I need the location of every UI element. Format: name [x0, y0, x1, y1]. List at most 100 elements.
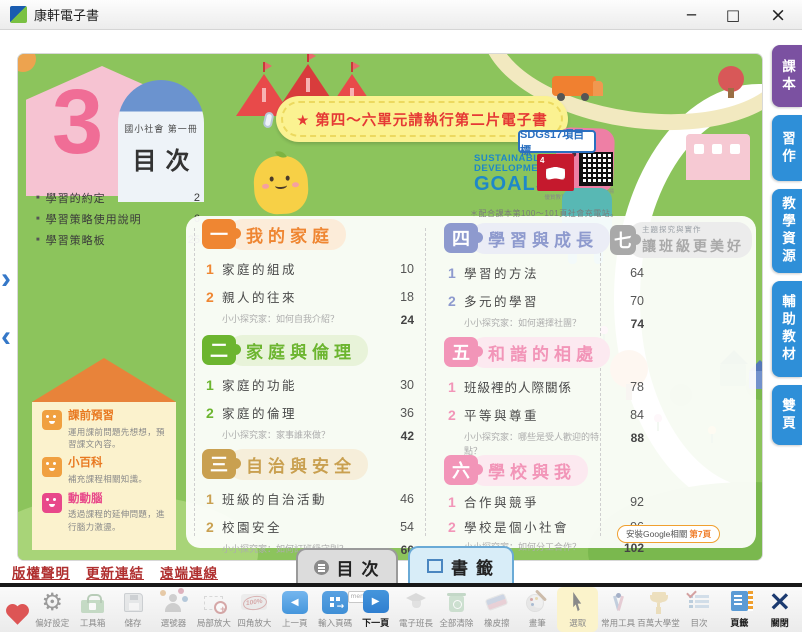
- toolbar-quiz-game[interactable]: 百萬大學堂: [638, 587, 678, 632]
- tab-table-of-contents[interactable]: 目次: [296, 548, 398, 584]
- toolbar-clear-all[interactable]: 全部清除: [436, 587, 476, 632]
- entry-number: 2: [448, 407, 464, 423]
- chevron-left-icon[interactable]: ‹: [1, 322, 17, 352]
- front-matter-label: 學習策略使用說明: [46, 211, 142, 227]
- toc-entry[interactable]: 1 家庭的功能 30: [202, 375, 414, 394]
- chevron-right-icon[interactable]: ›: [1, 264, 17, 294]
- unit-block-1: 一 我的家庭 1 家庭的組成 10 2 親人的往來 18 小小探究家：如何自我介…: [202, 218, 414, 327]
- toc-entry-explorer[interactable]: 小小探究家：如何選擇社團？ 74: [444, 317, 644, 331]
- toc-entry[interactable]: 1 學習的方法 64: [444, 263, 644, 282]
- unit-block-2: 二 家庭與倫理 1 家庭的功能 30 2 家庭的倫理 36 小小探究家：家事誰來…: [202, 334, 414, 443]
- toolbar-partial-zoom[interactable]: 局部放大: [194, 587, 234, 632]
- toc-book-icon: [314, 560, 329, 575]
- notice-text: ★ 第四～六單元請執行第二片電子書: [296, 109, 548, 130]
- preview-mascot-icon: [42, 410, 62, 430]
- toc-entry[interactable]: 1 班級裡的人際關係 78: [444, 377, 644, 396]
- front-matter-item[interactable]: 學習的約定 2: [36, 190, 200, 206]
- app-logo-icon: [10, 6, 27, 23]
- toolbox-icon: [81, 600, 104, 613]
- front-matter-page: 2: [194, 192, 200, 204]
- toolbar-class-leader[interactable]: 電子班長: [396, 587, 436, 632]
- tree-top-left: [18, 54, 36, 72]
- entry-title: 小小探究家：如何自我介紹？: [222, 313, 384, 327]
- toolbar-preferences[interactable]: ⚙ 偏好設定: [32, 587, 72, 632]
- toc-entry[interactable]: 1 家庭的組成 10: [202, 259, 414, 278]
- update-link[interactable]: 更新連結: [86, 562, 144, 582]
- encyclopedia-mascot-icon: [42, 457, 62, 477]
- save-icon: [124, 593, 143, 612]
- tab-bookmarks[interactable]: 書籤: [408, 546, 514, 584]
- number-picker-icon: [161, 592, 185, 612]
- toolbar-toc[interactable]: 目次: [679, 587, 719, 632]
- toolbar-save[interactable]: 儲存: [113, 587, 153, 632]
- toolbar-close[interactable]: × 關閉: [760, 587, 800, 632]
- unit-number-badge: 二: [202, 335, 236, 365]
- compass-icon: [609, 593, 627, 611]
- toolbar-corner-zoom[interactable]: 100% 四角放大: [234, 587, 274, 632]
- entry-page: 88: [614, 431, 644, 445]
- entry-title: 家庭的功能: [222, 375, 384, 394]
- entry-number: 1: [448, 265, 464, 281]
- unit-number-badge: 一: [202, 219, 236, 249]
- entry-title: 合作與競爭: [464, 492, 614, 511]
- entry-number: 1: [206, 377, 222, 393]
- toolbar-page-input[interactable]: menu 輸入頁碼: [315, 587, 355, 632]
- google-install-badge[interactable]: 安裝Google相關 第7頁: [617, 525, 720, 543]
- toc-entry-explorer[interactable]: 小小探究家：如何自我介紹？ 24: [202, 313, 414, 327]
- toolbar-eraser[interactable]: 橡皮擦: [477, 587, 517, 632]
- tab-supplementary-materials[interactable]: 輔助教材: [772, 281, 802, 377]
- series-title: 國小社會 第一冊: [118, 122, 204, 135]
- bottom-toolbar: ⚙ 偏好設定 工具箱 儲存 選號器 局部放大 100% 四角放大 ◀ 上一頁 m…: [0, 587, 802, 632]
- toc-entry[interactable]: 2 學校是個小社會 96: [444, 517, 644, 536]
- tab-workbook[interactable]: 習作: [772, 115, 802, 181]
- remote-connection-link[interactable]: 遠端連線: [160, 562, 218, 582]
- front-matter-item[interactable]: 學習策略使用說明 6: [36, 211, 200, 227]
- entry-page: 70: [614, 294, 644, 308]
- tab-textbook[interactable]: 課本: [772, 45, 802, 107]
- entry-title: 學習的方法: [464, 263, 614, 282]
- tab-teaching-resources[interactable]: 教學資源: [772, 189, 802, 273]
- legend-title: 課前預習: [68, 410, 166, 424]
- toc-entry[interactable]: 1 合作與競爭 92: [444, 492, 644, 511]
- maximize-button[interactable]: □: [726, 0, 740, 30]
- bookmark-icon: [427, 559, 443, 573]
- unit-number-badge: 四: [444, 223, 478, 253]
- entry-page: 30: [384, 378, 414, 392]
- entry-page: 84: [614, 408, 644, 422]
- toolbar-toolbox[interactable]: 工具箱: [72, 587, 112, 632]
- front-matter-item[interactable]: 學習策略板 25: [36, 232, 200, 248]
- toolbar-select[interactable]: 選取: [557, 587, 597, 632]
- toolbar-red-marker[interactable]: [2, 587, 32, 632]
- entry-number: 2: [448, 519, 464, 535]
- legend-desc: 補充課程相關知識。: [68, 473, 147, 485]
- unit-block-6: 六 學校與我 1 合作與競爭 92 2 學校是個小社會 96 小小探究家：如何分…: [444, 454, 644, 555]
- toc-entry[interactable]: 2 親人的往來 18: [202, 287, 414, 306]
- entry-number: 1: [206, 491, 222, 507]
- toc-title: 目次: [118, 141, 204, 176]
- minimize-button[interactable]: ─: [687, 0, 696, 30]
- toc-entry[interactable]: 1 班級的自治活動 46: [202, 489, 414, 508]
- entry-number: 2: [206, 405, 222, 421]
- toc-entry-explorer[interactable]: 小小探究家：家事誰來做？ 42: [202, 429, 414, 443]
- close-window-button[interactable]: ×: [770, 0, 786, 30]
- divider: [425, 228, 426, 536]
- entry-number: 1: [206, 261, 222, 277]
- toolbar-pen[interactable]: 畫筆: [517, 587, 557, 632]
- entry-page: 92: [614, 495, 644, 509]
- unit-block-7: 七 主題探究與實作 讓班級更美好: [610, 224, 752, 256]
- sdgs-goals-button[interactable]: SDGs17項目標: [518, 130, 596, 153]
- toc-entry[interactable]: 2 平等與尊重 84: [444, 405, 644, 424]
- entry-page: 64: [614, 266, 644, 280]
- toolbar-prev-page[interactable]: ◀ 上一頁: [275, 587, 315, 632]
- copyright-link[interactable]: 版權聲明: [12, 562, 70, 582]
- toolbar-common-tools[interactable]: 常用工具: [598, 587, 638, 632]
- tab-double-page[interactable]: 雙頁: [772, 385, 802, 445]
- toolbar-page-tabs[interactable]: 頁籤: [719, 587, 759, 632]
- unit-title: 我的家庭: [246, 227, 334, 246]
- toc-entry[interactable]: 2 校園安全 54: [202, 517, 414, 536]
- toolbar-number-picker[interactable]: 選號器: [153, 587, 193, 632]
- clip-icon: [262, 111, 274, 129]
- toc-entry[interactable]: 2 多元的學習 70: [444, 291, 644, 310]
- toc-entry[interactable]: 2 家庭的倫理 36: [202, 403, 414, 422]
- title-bar: 康軒電子書 ─ □ ×: [0, 0, 802, 30]
